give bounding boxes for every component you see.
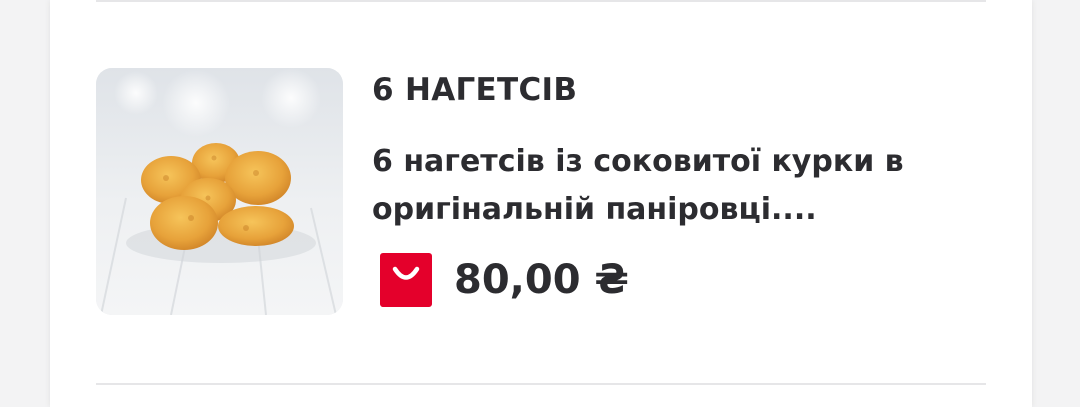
- product-description: 6 нагетсів із соковитої курки в оригінал…: [372, 144, 904, 227]
- price-row: 80,00 ₴: [380, 252, 629, 308]
- nuggets-photo: [96, 68, 343, 315]
- page: 6 НАГЕТСІВ 6 нагетсів із соковитої курки…: [0, 0, 1080, 407]
- shopping-bag-icon[interactable]: [380, 253, 432, 307]
- divider-bottom: [96, 383, 986, 385]
- product-item[interactable]: 6 НАГЕТСІВ 6 нагетсів із соковитої курки…: [96, 68, 986, 318]
- divider-top: [96, 0, 986, 2]
- product-price: 80,00 ₴: [454, 257, 629, 303]
- product-title[interactable]: 6 НАГЕТСІВ: [372, 72, 577, 108]
- product-image[interactable]: [96, 68, 343, 315]
